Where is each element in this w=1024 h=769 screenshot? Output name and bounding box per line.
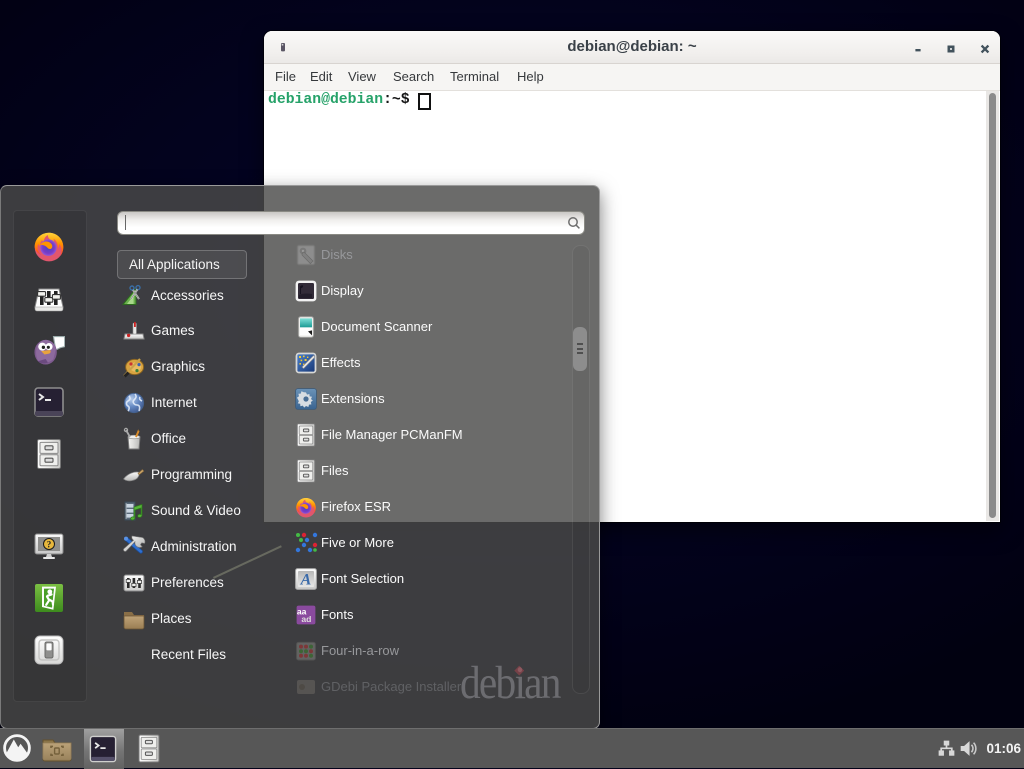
svg-text:?: ? bbox=[47, 540, 52, 550]
svg-text:ad: ad bbox=[301, 614, 311, 624]
svg-text:A: A bbox=[300, 572, 312, 589]
